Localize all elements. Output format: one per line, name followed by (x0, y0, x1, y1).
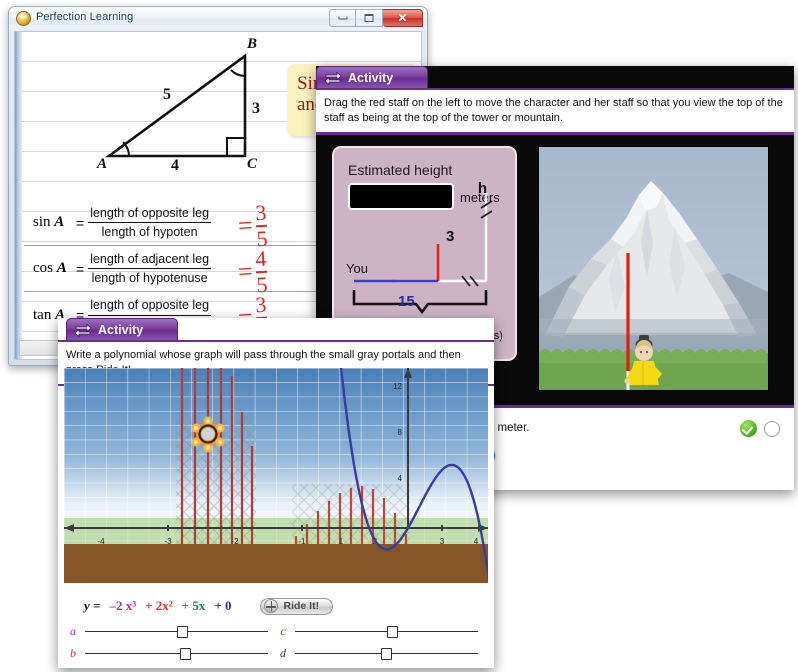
formula-sin-angle: A (54, 214, 65, 230)
equation-term-a: –2 x³ (109, 598, 137, 613)
formula-cos-answer-equals: = (236, 256, 254, 287)
svg-text:8: 8 (398, 428, 403, 437)
right-triangle-diagram: B A C 5 3 4 (77, 36, 272, 183)
empty-circle-badge-icon (764, 420, 780, 437)
svg-text:4: 4 (474, 537, 479, 546)
slider-d-track[interactable] (295, 647, 478, 660)
formula-sin-answer-fraction: 3 5 (254, 199, 268, 252)
svg-text:3: 3 (440, 537, 445, 546)
window-title: Perfection Learning (36, 11, 134, 23)
formula-cos-equals: = (76, 260, 85, 277)
swap-arrows-icon (74, 323, 92, 337)
slider-a-knob[interactable] (176, 625, 188, 638)
slider-b-knob[interactable] (180, 647, 192, 660)
formula-cos-denominator: length of hypotenuse (91, 271, 208, 285)
formula-sin-numerator: length of opposite leg (88, 205, 212, 223)
formula-sin-answer: = 3 5 (236, 199, 268, 252)
equation-term-b: + 2x² (145, 598, 173, 613)
diagram-label-you: You (346, 261, 368, 276)
status-indicators (740, 420, 780, 437)
window-titlebar[interactable]: Perfection Learning ✕ (9, 7, 427, 30)
slider-c-knob[interactable] (386, 625, 398, 638)
formula-sin-equals: = (76, 214, 85, 231)
activity-prompt-text: Drag the red staff on the left to move t… (324, 97, 783, 124)
formula-cos-name: cos A (33, 260, 67, 276)
svg-text:4: 4 (398, 474, 403, 483)
formula-cos-angle: A (56, 260, 67, 276)
activity-prompt-bar-mountain: Drag the red staff on the left to move t… (316, 88, 794, 136)
formula-cos-answer-fraction: 4 5 (254, 245, 268, 298)
equation-term-c: + 5x (181, 598, 206, 613)
formula-cos-fraction: length of adjacent leg length of hypoten… (88, 251, 212, 287)
swap-arrows-icon (324, 71, 342, 85)
slider-b-label: b (70, 646, 76, 660)
slider-c-track[interactable] (295, 625, 478, 638)
activity-tab-mountain[interactable]: Activity (316, 66, 428, 88)
activity-tab-label: Activity (348, 70, 394, 85)
move-crosshair-icon (263, 599, 278, 613)
mountain-scene-svg (539, 147, 768, 390)
triangle-vertex-c: C (247, 156, 258, 172)
slider-a-label: a (70, 624, 76, 638)
svg-text:-2: -2 (231, 537, 239, 546)
slider-d-label: d (280, 646, 286, 660)
app-globe-icon (16, 11, 31, 26)
maximize-button[interactable] (356, 9, 383, 27)
close-icon: ✕ (397, 11, 408, 25)
polynomial-equation-row: y = –2 x³ + 2x² + 5x + 0 Ride It! (58, 590, 494, 622)
svg-text:-4: -4 (97, 537, 105, 546)
diagram-label-staff-height: 3 (446, 228, 455, 245)
triangle-vertex-b: B (247, 36, 258, 52)
slider-c-label: c (280, 624, 286, 638)
formula-cos-answer-numerator: 4 (254, 245, 267, 272)
slider-b-track[interactable] (85, 647, 268, 660)
slider-b[interactable]: b (68, 646, 268, 661)
activity-polynomial-window[interactable]: Activity Write a polynomial whose graph … (58, 318, 494, 668)
diagram-label-h: h (477, 180, 487, 197)
formula-sin-answer-numerator: 3 (254, 199, 267, 226)
slider-grid: a c b d (58, 624, 494, 661)
ride-it-button-label: Ride It! (283, 600, 320, 612)
diagram-label-distance: 15 (398, 293, 415, 310)
triangle-horizontal-leg-length: 4 (171, 157, 179, 174)
polynomial-graph-svg: -4 -3 -2 -1 1 2 3 4 4 8 12 (64, 368, 488, 583)
formula-tan-answer-numerator: 3 (254, 291, 267, 318)
window-controls: ✕ (329, 9, 423, 27)
formula-cos-numerator: length of adjacent leg (88, 251, 212, 269)
triangle-vertical-leg-length: 3 (252, 100, 260, 117)
formula-sin-name: sin A (33, 214, 65, 230)
formula-tan-numerator: length of opposite leg (88, 297, 212, 316)
mountain-scene-panel[interactable] (538, 146, 769, 391)
formula-sin-denominator: length of hypoten (101, 225, 198, 239)
slider-d[interactable]: d (278, 646, 478, 661)
svg-text:-1: -1 (298, 537, 306, 546)
svg-text:1: 1 (339, 537, 344, 546)
polynomial-graph[interactable]: -4 -3 -2 -1 1 2 3 4 4 8 12 (64, 368, 488, 583)
equation-lhs: y = (84, 598, 101, 613)
minimize-button[interactable] (329, 9, 356, 27)
formula-sin-fraction: length of opposite leg length of hypoten (88, 205, 212, 241)
svg-text:12: 12 (393, 382, 402, 391)
triangle-hypotenuse-length: 5 (163, 86, 171, 103)
close-button[interactable]: ✕ (383, 9, 423, 27)
slider-c[interactable]: c (278, 624, 478, 639)
equation-term-d: + 0 (214, 598, 232, 613)
ride-it-button[interactable]: Ride It! (259, 597, 334, 615)
activity-tab-label: Activity (98, 322, 144, 337)
svg-text:-3: -3 (164, 537, 172, 546)
triangle-vertex-a: A (97, 156, 108, 172)
slider-a-track[interactable] (85, 625, 268, 638)
formula-sin-answer-equals: = (236, 210, 254, 241)
coefficient-sliders: a c b d (58, 624, 494, 661)
activity-tab-polynomial[interactable]: Activity (66, 318, 178, 340)
slider-a[interactable]: a (68, 624, 268, 639)
polynomial-equation: y = –2 x³ + 2x² + 5x + 0 (58, 598, 232, 614)
formula-cos-answer: = 4 5 (236, 245, 268, 298)
paper-left-edge (15, 32, 22, 359)
green-check-badge-icon (740, 420, 757, 437)
slider-d-knob[interactable] (381, 647, 392, 660)
